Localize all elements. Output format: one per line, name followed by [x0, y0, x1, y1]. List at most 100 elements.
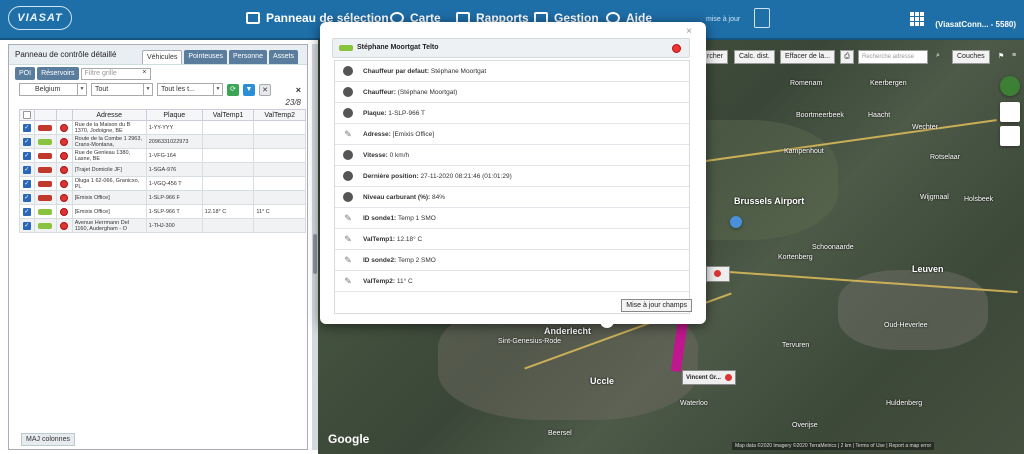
tab-personne[interactable]: Personne [229, 50, 267, 64]
table-row[interactable]: ✓ Route de la Combe 1 2963, Crans-Montana… [19, 134, 306, 149]
valtemp1-cell [201, 120, 255, 135]
row-checkbox-cell[interactable]: ✓ [19, 120, 35, 135]
stop-icon-cell[interactable] [56, 204, 73, 219]
stop-icon-cell[interactable] [56, 148, 73, 163]
checkbox[interactable]: ✓ [22, 193, 31, 202]
print-icon[interactable]: ⎙ [840, 50, 854, 64]
stop-icon[interactable] [60, 221, 69, 230]
stop-icon[interactable] [60, 179, 69, 188]
table-row[interactable]: ✓ Avenue Herrmann Del 1160, Audergham - O… [19, 218, 306, 233]
map-vehicle-marker-vincent[interactable]: Vincent Gr... [682, 370, 736, 386]
row-checkbox-cell[interactable]: ✓ [19, 190, 35, 205]
bookmark-icon[interactable]: ⚑ [994, 50, 1008, 64]
close-icon[interactable]: × [296, 85, 301, 95]
table-row[interactable]: ✓ [Emixis Office] 1-SLP-966 T 12.18° C 11° C [19, 204, 306, 219]
grid-filter-input[interactable]: Filtre grille × [80, 67, 151, 80]
checkbox[interactable]: ✓ [22, 151, 31, 160]
map-place-label: Keerbergen [870, 80, 907, 87]
globe-icon[interactable] [1000, 76, 1020, 96]
plate-cell[interactable]: 1-VGQ-456 T [145, 176, 203, 191]
account-label[interactable]: (ViasatConn... - 5580) [935, 20, 1016, 29]
table-row[interactable]: ✓ [Emixis Office] 1-SLP-966 F [19, 190, 306, 205]
country-select[interactable]: Belgium ▼ [19, 83, 87, 96]
stop-icon[interactable] [60, 193, 69, 202]
col-plaque[interactable]: Plaque [145, 109, 203, 121]
clear-map-button[interactable]: Effacer de la... [780, 50, 836, 64]
checkbox[interactable] [22, 111, 31, 119]
plate-cell[interactable]: 1-SLP-966 T [145, 204, 203, 219]
stop-icon[interactable] [60, 137, 69, 146]
stop-status-icon[interactable] [672, 44, 681, 53]
stop-icon[interactable] [60, 123, 69, 132]
document-icon[interactable] [754, 8, 770, 28]
refresh-icon[interactable]: ⟳ [227, 83, 239, 96]
menu-icon[interactable]: ≡ [1008, 50, 1020, 64]
apps-grid-icon[interactable] [910, 12, 924, 26]
plate-cell[interactable]: 2096331022973 [145, 134, 203, 149]
address-search-input[interactable]: Recherche adresse [858, 50, 928, 64]
maj-colonnes-button[interactable]: MAJ colonnes [21, 433, 75, 446]
stop-icon-cell[interactable] [56, 190, 73, 205]
map-place-label: Kortenberg [778, 254, 813, 261]
row-checkbox-cell[interactable]: ✓ [19, 204, 35, 219]
checkbox[interactable]: ✓ [22, 207, 31, 216]
plate-cell[interactable]: 1-YY-YYY [145, 120, 203, 135]
tab-assets[interactable]: Assets [268, 50, 298, 64]
vehicle-icon [38, 124, 53, 131]
update-fields-button[interactable]: Mise à jour champs [621, 299, 692, 312]
plate-cell[interactable]: 1-SGA-976 [145, 162, 203, 177]
col-valtemp2[interactable]: ValTemp2 [253, 109, 306, 121]
tab-vehicules[interactable]: Véhicules [142, 50, 183, 64]
checkbox[interactable]: ✓ [22, 179, 31, 188]
col-adresse[interactable]: Adresse [71, 109, 147, 121]
select-all-header[interactable] [19, 109, 35, 121]
stop-icon-cell[interactable] [56, 134, 73, 149]
plate-cell[interactable]: 1-SLP-966 F [145, 190, 203, 205]
row-checkbox-cell[interactable]: ✓ [19, 162, 35, 177]
table-row[interactable]: ✓ Rue de la Maison du B 1370, Jodoigne, B… [19, 120, 306, 135]
map-vehicle-marker[interactable] [706, 266, 730, 282]
field-value: 0 km/h [389, 152, 410, 159]
map-place-label: Huldenberg [886, 400, 923, 407]
stop-icon[interactable] [60, 207, 69, 216]
row-checkbox-cell[interactable]: ✓ [19, 176, 35, 191]
map-attribution[interactable]: Map data ©2020 Imagery ©2020 TerraMetric… [732, 442, 935, 450]
location-pin-icon[interactable] [1000, 126, 1020, 146]
clear-filter-icon[interactable]: × [142, 69, 146, 76]
fullscreen-icon[interactable] [1000, 102, 1020, 122]
stop-icon-cell[interactable] [56, 162, 73, 177]
type-select[interactable]: Tout les t... ▼ [157, 83, 223, 96]
checkbox[interactable]: ✓ [22, 123, 31, 132]
filter-icon[interactable]: ▼ [243, 83, 255, 96]
field-value: 11° C [396, 278, 413, 285]
field-label: Plaque: [363, 110, 387, 117]
row-checkbox-cell[interactable]: ✓ [19, 148, 35, 163]
row-checkbox-cell[interactable]: ✓ [19, 218, 35, 233]
stop-icon-cell[interactable] [56, 120, 73, 135]
checkbox[interactable]: ✓ [22, 137, 31, 146]
stop-icon[interactable] [60, 165, 69, 174]
poi-button[interactable]: POI [15, 67, 36, 80]
status-select[interactable]: Tout ▼ [91, 83, 153, 96]
clear-filter-button-icon[interactable]: ✕ [259, 83, 271, 96]
stop-icon-cell[interactable] [56, 218, 73, 233]
vehicle-table: Adresse Plaque ValTemp1 ValTemp2 ✓ Rue de… [19, 109, 306, 233]
table-row[interactable]: ✓ [Trajet Domicile JF] 1-SGA-976 [19, 162, 306, 177]
couches-button[interactable]: Couches [952, 50, 990, 64]
plate-cell[interactable]: 1-THJ-300 [145, 218, 203, 233]
calc-dist-button[interactable]: Calc. dist. [734, 50, 775, 64]
col-valtemp1[interactable]: ValTemp1 [201, 109, 255, 121]
stop-icon[interactable] [60, 151, 69, 160]
viasat-logo[interactable]: VIASAT [8, 6, 72, 30]
reservoirs-button[interactable]: Réservoirs [37, 67, 79, 80]
search-icon[interactable]: ⌕ [932, 50, 944, 64]
tab-pointeuses[interactable]: Pointeuses [184, 50, 227, 64]
close-icon[interactable]: × [686, 26, 692, 37]
plate-cell[interactable]: 1-VFG-164 [145, 148, 203, 163]
table-row[interactable]: ✓ Rue de Genleau 1380, Lasne, BE 1-VFG-164 [19, 148, 306, 163]
table-row[interactable]: ✓ Oluga 1 62-066, Granicxo, PL 1-VGQ-456 T [19, 176, 306, 191]
checkbox[interactable]: ✓ [22, 221, 31, 230]
checkbox[interactable]: ✓ [22, 165, 31, 174]
stop-icon-cell[interactable] [56, 176, 73, 191]
row-checkbox-cell[interactable]: ✓ [19, 134, 35, 149]
